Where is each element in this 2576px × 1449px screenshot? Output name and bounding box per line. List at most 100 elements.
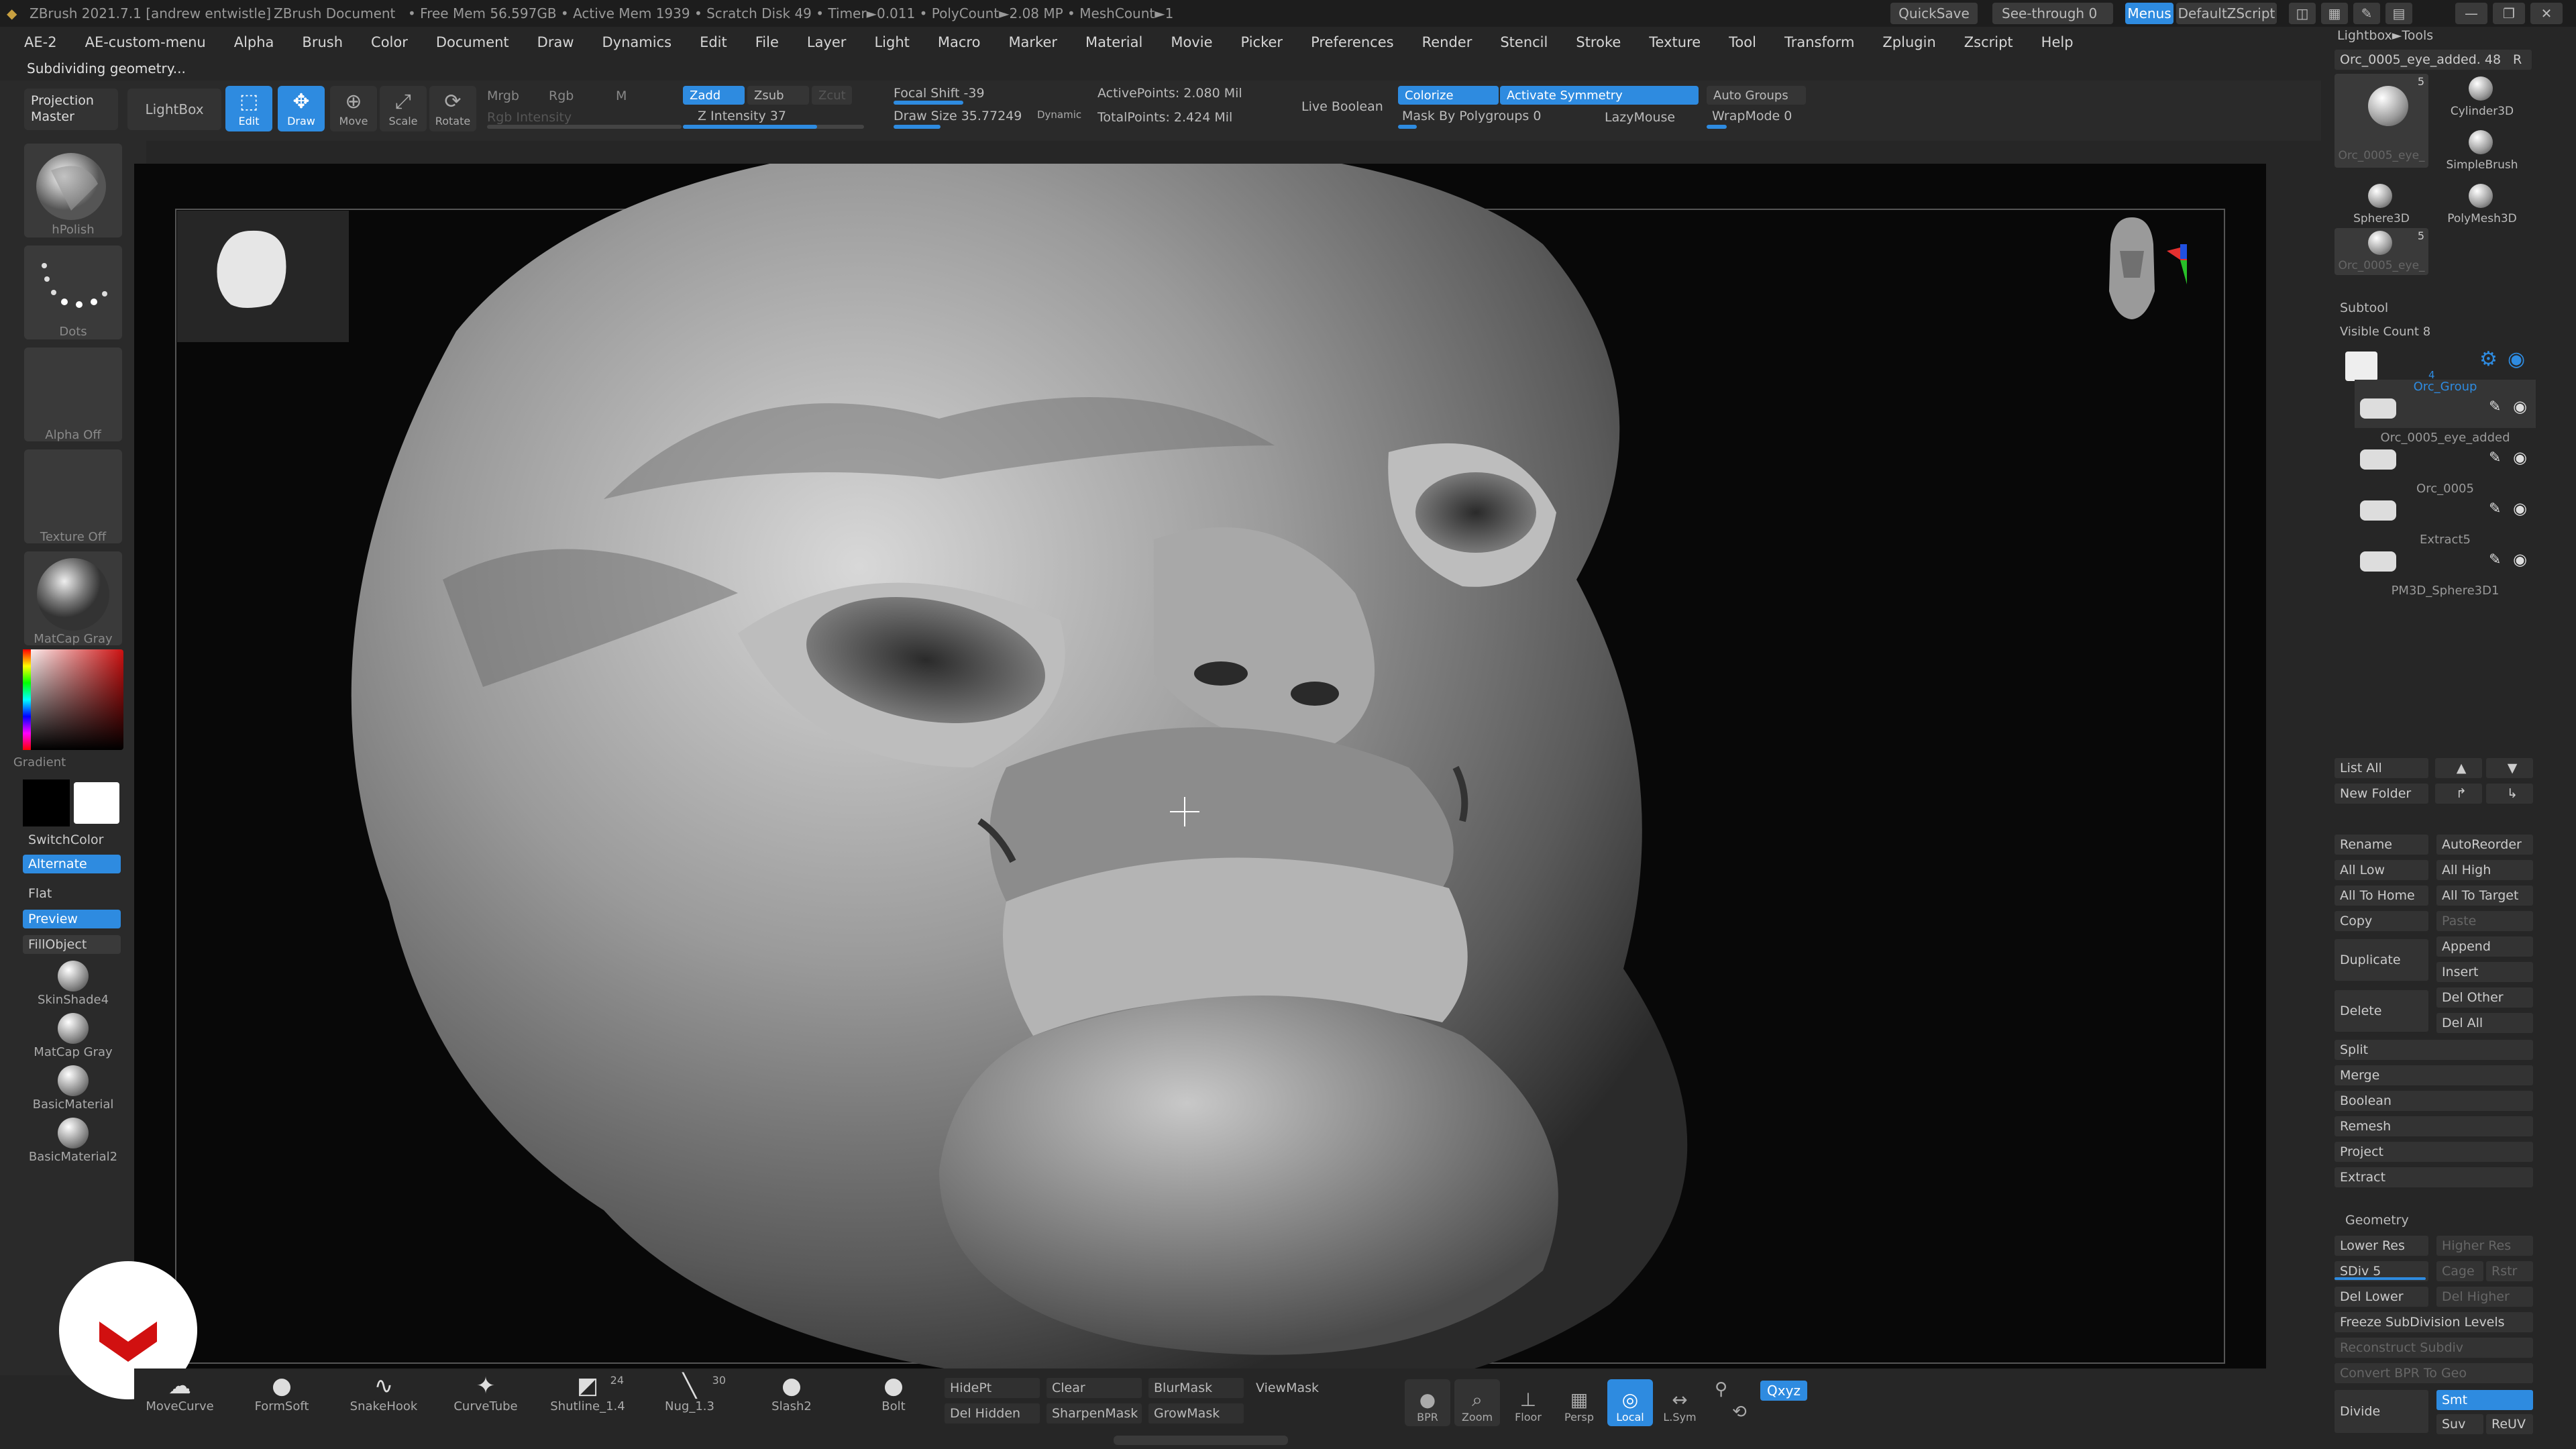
extract-button[interactable]: Extract [2334, 1167, 2533, 1187]
preview-button[interactable]: Preview [23, 910, 121, 928]
visibility-eye-icon[interactable]: ◉ [2513, 397, 2527, 416]
menu-macro[interactable]: Macro [938, 34, 981, 50]
alpha-thumbnail[interactable] [24, 347, 122, 441]
boolean-button[interactable]: Boolean [2334, 1091, 2533, 1111]
xyz-rotation-button[interactable]: Qxyz [1760, 1381, 1807, 1401]
rstr-button[interactable]: Rstr [2486, 1261, 2533, 1281]
visibility-eye-icon[interactable]: ◉ [2513, 499, 2527, 518]
material-sphere-icon[interactable] [58, 961, 89, 991]
texture-thumbnail[interactable] [24, 449, 122, 543]
gear-icon[interactable]: ⚙ [2479, 347, 2498, 371]
edit-mode-button[interactable]: ⬚ Edit [225, 86, 272, 131]
local-button[interactable]: ◎ Local [1607, 1379, 1653, 1426]
layout-2-icon[interactable]: ▤ [2385, 3, 2412, 24]
persp-button[interactable]: ▦ Persp [1556, 1379, 1602, 1426]
rotate-axis-icon[interactable]: ⟲ [1732, 1402, 1747, 1422]
menu-help[interactable]: Help [2041, 34, 2074, 50]
all-to-target-button[interactable]: All To Target [2436, 885, 2533, 906]
menu-marker[interactable]: Marker [1008, 34, 1057, 50]
primary-color-swatch[interactable] [74, 782, 119, 824]
brush-slash2[interactable]: ● Slash2 [751, 1373, 832, 1413]
menu-movie[interactable]: Movie [1171, 34, 1212, 50]
draw-size-slider[interactable]: Draw Size 35.77249 [894, 109, 1022, 123]
freeze-subdivision-button[interactable]: Freeze SubDivision Levels [2334, 1312, 2533, 1332]
menu-draw[interactable]: Draw [537, 34, 574, 50]
subtool-header[interactable]: Subtool [2340, 301, 2388, 315]
rotate-mode-button[interactable]: ⟳ Rotate [429, 86, 476, 131]
tool-thumbnail[interactable]: Orc_0005_eye_ 5 [2334, 228, 2428, 275]
paint-brush-icon[interactable]: ✎ [2489, 551, 2501, 568]
zadd-button[interactable]: Zadd [683, 86, 745, 105]
hidept-button[interactable]: HidePt [945, 1378, 1040, 1398]
switchcolor-button[interactable]: SwitchColor [23, 830, 121, 849]
all-low-button[interactable]: All Low [2334, 860, 2428, 880]
mrgb-button[interactable]: Mrgb [487, 89, 519, 103]
menu-brush[interactable]: Brush [302, 34, 343, 50]
canvas-viewport[interactable] [134, 164, 2266, 1371]
see-through-slider[interactable]: See-through 0 [1992, 3, 2113, 24]
rgb-intensity-track[interactable] [487, 125, 682, 129]
floor-button[interactable]: ⊥ Floor [1505, 1379, 1551, 1426]
orc-sculpt-render[interactable] [134, 164, 2266, 1371]
duplicate-button[interactable]: Duplicate [2334, 939, 2428, 981]
visibility-eye-icon[interactable]: ◉ [2513, 550, 2527, 569]
palette-toggle-icon[interactable]: ◫ [2289, 3, 2316, 24]
menu-render[interactable]: Render [1422, 34, 1472, 50]
draw-mode-button[interactable]: ✥ Draw [278, 86, 325, 131]
all-to-home-button[interactable]: All To Home [2334, 885, 2428, 906]
colorize-button[interactable]: Colorize [1398, 86, 1499, 105]
split-button[interactable]: Split [2334, 1040, 2533, 1060]
menu-edit[interactable]: Edit [700, 34, 727, 50]
flat-button[interactable]: Flat [23, 884, 121, 903]
menu-zscript[interactable]: Zscript [1964, 34, 2013, 50]
menus-button[interactable]: Menus [2125, 3, 2174, 24]
del-higher-button[interactable]: Del Higher [2436, 1287, 2533, 1307]
color-picker[interactable] [23, 649, 123, 750]
del-other-button[interactable]: Del Other [2436, 987, 2533, 1008]
delete-button[interactable]: Delete [2334, 990, 2428, 1032]
dynamic-toggle[interactable]: Dynamic [1037, 109, 1081, 121]
shelf-scroll-handle[interactable] [1114, 1436, 1288, 1445]
menu-transform[interactable]: Transform [1784, 34, 1854, 50]
menu-alpha[interactable]: Alpha [234, 34, 274, 50]
focal-shift-slider[interactable]: Focal Shift -39 [894, 86, 985, 101]
tool-thumbnail[interactable]: Sphere3D [2334, 181, 2428, 228]
layout-icon[interactable]: ▦ [2321, 3, 2348, 24]
restore-icon[interactable]: ❐ [2493, 3, 2525, 24]
menu-preferences[interactable]: Preferences [1311, 34, 1394, 50]
fillobject-button[interactable]: FillObject [23, 935, 121, 954]
del-hidden-button[interactable]: Del Hidden [945, 1403, 1040, 1424]
brush-snakehook[interactable]: ∿ SnakeHook [343, 1373, 424, 1413]
menu-picker[interactable]: Picker [1241, 34, 1283, 50]
alternate-button[interactable]: Alternate [23, 855, 121, 873]
new-folder-button[interactable]: New Folder [2334, 784, 2428, 804]
menu-texture[interactable]: Texture [1649, 34, 1701, 50]
all-high-button[interactable]: All High [2436, 860, 2533, 880]
geometry-header[interactable]: Geometry [2345, 1213, 2409, 1228]
rgb-button[interactable]: Rgb [549, 89, 574, 103]
material-label[interactable]: MatCap Gray [0, 1045, 146, 1059]
lightbox-tools-link[interactable]: Lightbox►Tools [2337, 28, 2433, 43]
tool-thumbnail[interactable]: Cylinder3D [2435, 74, 2529, 121]
eye-icon[interactable]: ◉ [2508, 347, 2525, 371]
live-boolean-button[interactable]: Live Boolean [1301, 99, 1383, 114]
visible-count-slider[interactable]: Visible Count 8 [2340, 325, 2430, 339]
sharpenmask-button[interactable]: SharpenMask [1046, 1403, 1142, 1424]
rename-button[interactable]: Rename [2334, 835, 2428, 855]
hue-strip[interactable] [23, 649, 31, 750]
brush-formsoft[interactable]: ● FormSoft [241, 1373, 322, 1413]
brush-nug-1-3[interactable]: ╲ Nug_1.3 30 [649, 1373, 730, 1413]
scale-mode-button[interactable]: ⤢ Scale [380, 86, 427, 131]
subtool-row[interactable]: ✎ ◉ Orc_0005_eye_added [2355, 431, 2536, 479]
autoreorder-button[interactable]: AutoReorder [2436, 835, 2533, 855]
brush-bolt[interactable]: ● Bolt [853, 1373, 934, 1413]
move-up-icon[interactable]: ▲ [2435, 758, 2482, 778]
menu-ae-2[interactable]: AE-2 [24, 34, 57, 50]
higher-res-button[interactable]: Higher Res [2436, 1236, 2533, 1256]
zsub-button[interactable]: Zsub [747, 86, 809, 105]
folder-up-icon[interactable]: ↱ [2435, 784, 2482, 804]
del-all-button[interactable]: Del All [2436, 1013, 2533, 1033]
folder-icon[interactable] [2345, 352, 2377, 381]
menu-tool[interactable]: Tool [1729, 34, 1756, 50]
menu-stencil[interactable]: Stencil [1500, 34, 1548, 50]
